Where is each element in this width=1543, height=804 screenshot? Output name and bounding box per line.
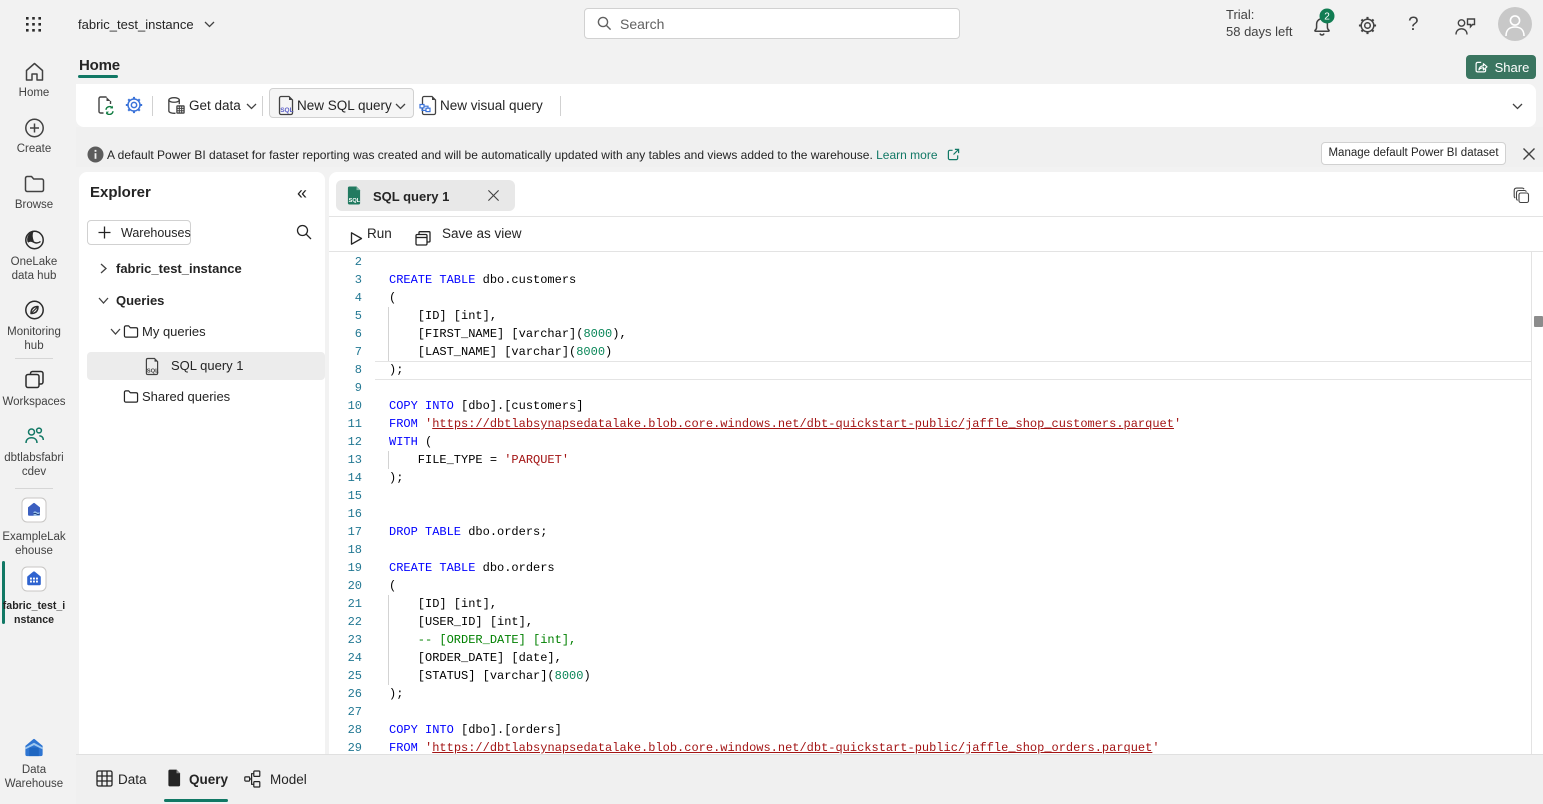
svg-text:SQL: SQL xyxy=(280,107,293,114)
svg-text:SQL: SQL xyxy=(349,198,361,204)
svg-text:2: 2 xyxy=(1324,12,1330,23)
svg-text:SQL: SQL xyxy=(147,368,159,374)
